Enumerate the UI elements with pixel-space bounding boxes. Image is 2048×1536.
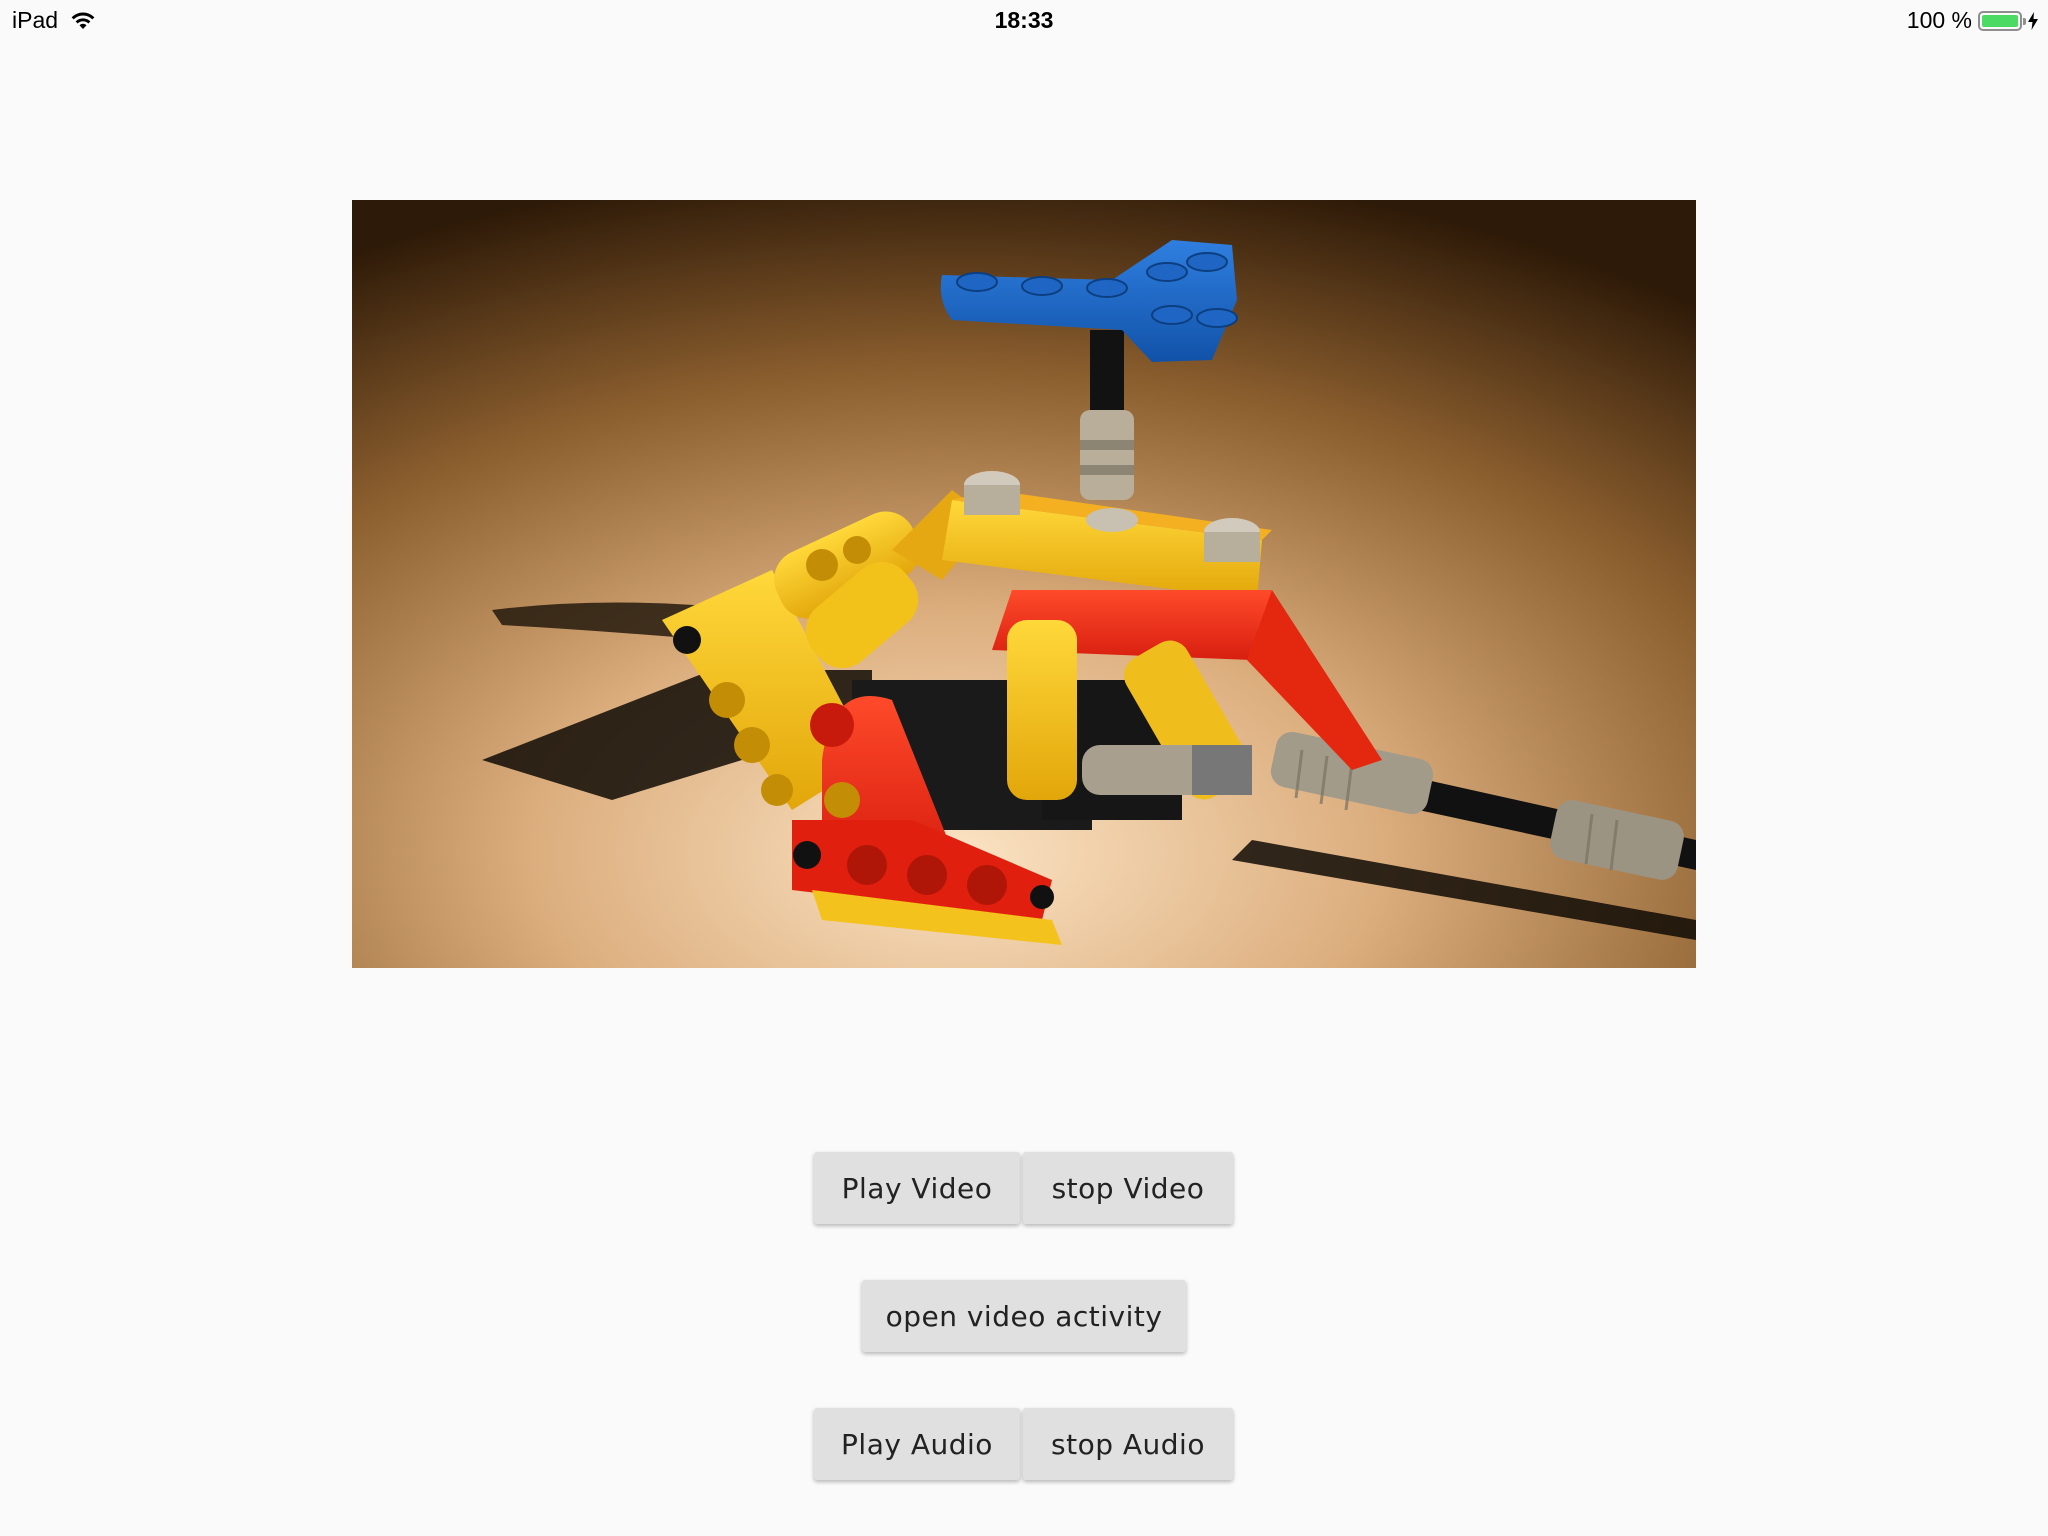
battery-nub bbox=[2023, 17, 2026, 25]
stop-video-button[interactable]: stop Video bbox=[1023, 1152, 1233, 1224]
lightning-bolt-icon bbox=[2028, 11, 2038, 30]
battery-icon bbox=[1978, 10, 2026, 31]
stop-audio-button[interactable]: stop Audio bbox=[1023, 1408, 1233, 1480]
video-frame-image bbox=[352, 200, 1696, 968]
play-audio-button[interactable]: Play Audio bbox=[814, 1408, 1020, 1480]
video-player[interactable] bbox=[352, 200, 1696, 968]
battery-percentage: 100 % bbox=[1906, 7, 1972, 33]
status-time: 18:33 bbox=[994, 7, 1054, 33]
status-bar: iPad 18:33 100 % bbox=[0, 0, 2048, 40]
app-screen: iPad 18:33 100 % Play Video stop Video o… bbox=[0, 0, 2048, 1536]
status-right: 100 % bbox=[1907, 7, 2038, 34]
open-video-activity-button[interactable]: open video activity bbox=[862, 1280, 1186, 1352]
battery-level bbox=[1982, 14, 2018, 27]
play-video-button[interactable]: Play Video bbox=[814, 1152, 1020, 1224]
